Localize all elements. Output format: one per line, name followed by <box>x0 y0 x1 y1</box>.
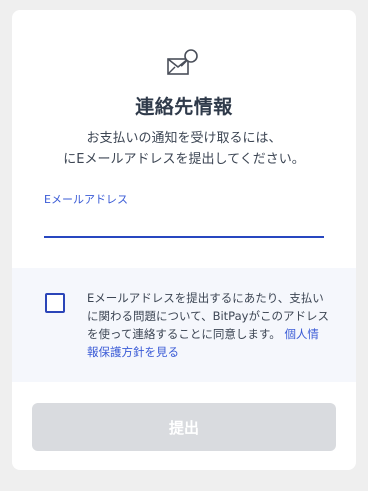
privacy-policy-link-continued[interactable]: 報保護方針を見る <box>87 343 343 361</box>
consent-line: を使って連絡することに同意します。 個人情 <box>87 325 343 343</box>
email-field-label: Eメールアドレス <box>44 193 128 206</box>
contact-info-card: 連絡先情報 お支払いの通知を受け取るには、 にEメールアドレスを提出してください… <box>12 10 356 470</box>
page-title: 連絡先情報 <box>135 96 233 118</box>
consent-line: Eメールアドレスを提出するにあたり、支払い <box>87 291 324 305</box>
submit-button[interactable]: 提出 <box>32 403 336 451</box>
consent-line-text: を使って連絡することに同意します。 <box>87 327 281 341</box>
description-line: にEメールアドレスを提出してください。 <box>63 152 305 167</box>
description: お支払いの通知を受け取るには、 にEメールアドレスを提出してください。 <box>12 128 356 170</box>
consent-text: Eメールアドレスを提出するにあたり、支払い に関わる問題について、BitPayが… <box>87 289 343 361</box>
consent-checkbox[interactable] <box>45 293 65 313</box>
consent-section: Eメールアドレスを提出するにあたり、支払い に関わる問題について、BitPayが… <box>12 268 356 382</box>
privacy-policy-link[interactable]: 個人情 <box>284 327 319 341</box>
description-line: お支払いの通知を受け取るには、 <box>86 131 282 146</box>
consent-line: に関わる問題について、BitPayがこのアドレス <box>87 309 329 323</box>
email-search-icon <box>165 47 203 85</box>
email-field[interactable] <box>44 208 324 238</box>
